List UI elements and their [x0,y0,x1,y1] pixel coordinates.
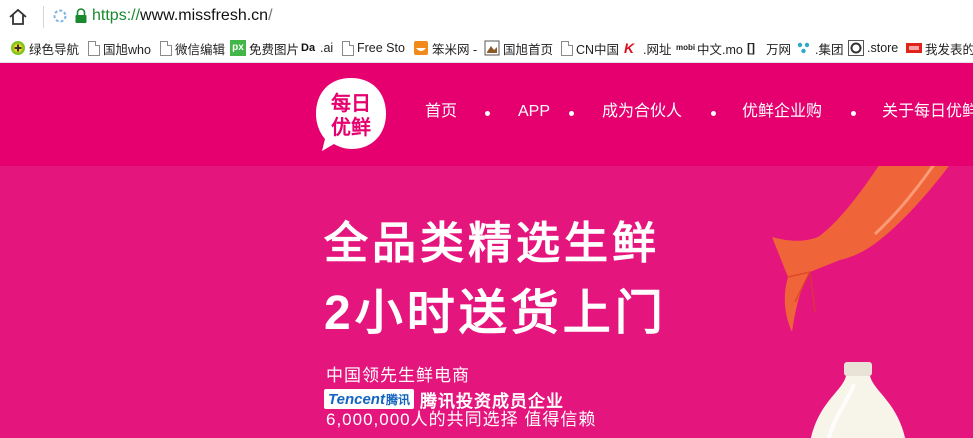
tencent-badge: Tencent 腾讯 腾讯投资成员企业 [324,388,564,411]
bookmark-item[interactable]: .集团 [796,39,843,57]
url-path: / [268,7,273,24]
green-plus-icon [10,40,26,56]
nav-enterprise-purchase[interactable]: 优鲜企业购 [742,101,822,123]
home-icon[interactable] [8,7,28,27]
bookmark-item[interactable]: K .网址 [624,39,671,57]
bookmark-label: .ai [320,41,334,55]
browser-address-bar: https://www.missfresh.cn/ [0,0,973,33]
nav-separator-dot [569,111,574,116]
nav-about[interactable]: 关于每日优鲜 [882,101,973,123]
logo-line-1: 每日 [331,91,371,115]
site-header: 每日 优鲜 首页 APP 成为合伙人 优鲜企业购 关于每日优鲜 [0,63,973,166]
bookmark-label: 笨米网 - [432,42,478,57]
hero-subtitle: 中国领先生鲜电商 [326,366,470,385]
loading-icon[interactable] [52,8,68,24]
page-icon [342,40,354,56]
bookmark-label: 免费图片 [249,42,300,57]
hero-headline-2: 2小时送货上门 [324,287,667,340]
bookmark-label: 万网 [766,42,792,57]
px-icon: px [230,40,246,56]
tencent-logo: Tencent 腾讯 [324,389,414,409]
bookmark-item[interactable]: 微信编辑 [158,39,225,57]
page-icon [88,40,100,56]
bookmark-item[interactable]: 绿色导航 [10,39,79,57]
nav-app[interactable]: APP [518,101,550,123]
fish-image [772,166,949,332]
ring-icon [848,40,864,56]
bookmark-item[interactable]: Free Sto [340,39,405,57]
nav-home[interactable]: 首页 [425,101,457,123]
logo-line-2: 优鲜 [331,115,371,139]
bookmark-label: 中文.mo [697,42,743,57]
bookmark-item[interactable]: .store [848,39,898,57]
image-icon [484,40,500,56]
hero-banner: 全品类精选生鲜 2小时送货上门 中国领先生鲜电商 Tencent 腾讯 腾讯投资… [0,166,973,438]
lock-icon[interactable] [74,8,88,24]
bookmark-label: Free Sto [357,41,405,55]
bookmark-item[interactable]: mobi 中文.mo [676,39,743,57]
bookmark-label: .集团 [815,42,844,57]
nav-separator-dot [485,111,490,116]
hero-headline-1: 全品类精选生鲜 [324,219,660,268]
hero-user-count: 6,000,000人的共同选择 值得信赖 [326,410,597,429]
page-icon [160,40,172,56]
url-scheme: https:// [92,7,141,24]
bookmark-item[interactable]: 国旭首页 [484,39,553,57]
bookmark-label: CN中国 [576,42,620,57]
nav-separator-dot [711,111,716,116]
bookmark-label: .store [867,41,899,55]
bookmark-label: 国旭首页 [503,42,554,57]
bookmark-item[interactable]: px 免费图片 [230,39,299,57]
milk-bottle-image [811,362,905,438]
tencent-investment-text: 腾讯投资成员企业 [419,391,564,411]
bookmark-item[interactable]: 我发表的 [906,39,973,57]
nav-become-partner[interactable]: 成为合伙人 [602,101,682,123]
bookmark-item[interactable]: [] 万网 [747,39,791,57]
tencent-logo-en: Tencent [328,390,385,408]
bookmark-item[interactable]: 笨米网 - [413,39,477,57]
dots-icon [796,40,812,56]
bookmark-item[interactable]: Da .ai [301,39,333,57]
bookmark-label: 绿色导航 [29,42,80,57]
url-field[interactable]: https://www.missfresh.cn/ [92,5,273,27]
bookmark-label: 微信编辑 [175,42,226,57]
nav-separator-dot [851,111,856,116]
orange-bowl-icon [413,40,429,56]
mobi-icon: mobi [676,43,696,52]
tencent-logo-cn: 腾讯 [385,392,410,407]
bookmarks-bar: 绿色导航 国旭who 微信编辑 px 免费图片 Da .ai Free Sto … [0,33,973,63]
cc-icon: [] [747,41,755,55]
toolbar-divider [43,6,44,28]
page-icon [561,40,573,56]
k-icon: K [624,40,635,56]
bookmark-label: 我发表的 [925,42,973,57]
bookmark-label: 国旭who [103,42,151,57]
bookmark-label: .网址 [643,42,672,57]
bookmark-item[interactable]: CN中国 [559,39,619,57]
red-tag-icon [906,40,922,56]
da-icon: Da [301,42,316,54]
bookmark-item[interactable]: 国旭who [86,39,151,57]
site-logo[interactable]: 每日 优鲜 [312,74,390,154]
url-host: www.missfresh.cn [140,7,269,24]
